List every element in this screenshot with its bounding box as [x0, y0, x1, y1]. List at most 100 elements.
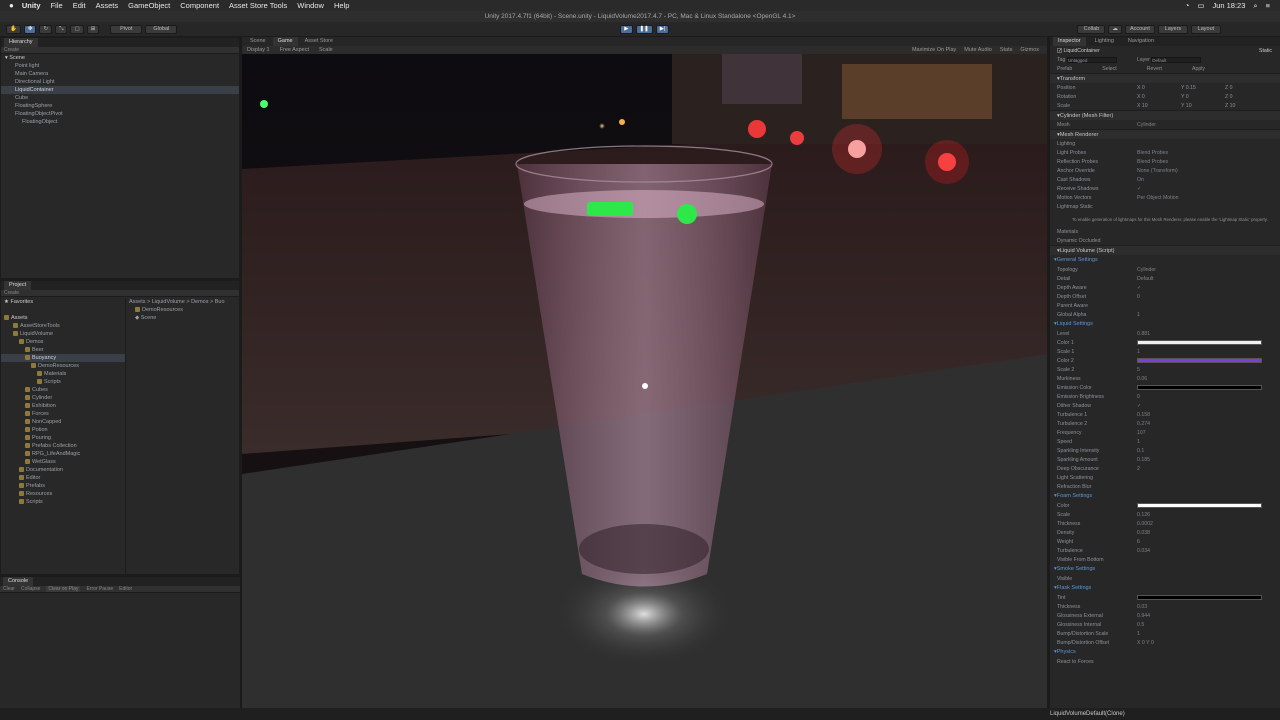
property-row[interactable]: Bump/Distortion Scale 1	[1050, 629, 1280, 638]
project-file[interactable]: ◆ Scene	[129, 314, 239, 322]
property-row[interactable]: Detail Default	[1050, 274, 1280, 283]
property-value[interactable]: 0.881	[1137, 331, 1280, 337]
project-folder[interactable]: Forces	[1, 410, 125, 418]
property-row[interactable]: Sparkling Intensity 0.1	[1050, 446, 1280, 455]
physics-section[interactable]: ▾ Physics	[1050, 647, 1280, 657]
project-file[interactable]: DemoResources	[129, 306, 239, 314]
mesh-row[interactable]: Mesh Cylinder	[1050, 120, 1280, 129]
project-folder[interactable]: Exhibition	[1, 402, 125, 410]
property-row[interactable]: Cast Shadows On	[1050, 175, 1280, 184]
property-row[interactable]: Parent Aware	[1050, 301, 1280, 310]
dynamic-occluded-row[interactable]: Dynamic Occluded	[1050, 236, 1280, 245]
x-field[interactable]: X 0	[1137, 85, 1181, 91]
console-collapse-button[interactable]: Collapse	[21, 586, 40, 592]
property-row[interactable]: Bump/Distortion Offset X 0 Y 0	[1050, 638, 1280, 647]
property-value[interactable]: 107	[1137, 430, 1280, 436]
property-row[interactable]: Receive Shadows ✓	[1050, 184, 1280, 193]
property-row[interactable]: Dither Shadow ✓	[1050, 401, 1280, 410]
menu-list-icon[interactable]: ≡	[1266, 1, 1270, 10]
project-folder[interactable]: Cubes	[1, 386, 125, 394]
property-value[interactable]: 1	[1137, 631, 1280, 637]
prefab-revert-button[interactable]: Revert	[1147, 66, 1162, 72]
project-folder[interactable]: WetGlass	[1, 458, 125, 466]
project-folder[interactable]: AssetStoreTools	[1, 322, 125, 330]
hierarchy-tab[interactable]: Hierarchy	[4, 38, 38, 47]
transform-row[interactable]: Position X 0Y 0.15 Z 0	[1050, 83, 1280, 92]
project-folder[interactable]: Editor	[1, 474, 125, 482]
z-field[interactable]: Z 0	[1225, 94, 1233, 100]
hierarchy-item[interactable]: FloatingSphere	[1, 102, 239, 110]
maximize-on-play-toggle[interactable]: Maximize On Play	[912, 47, 956, 53]
y-field[interactable]: Y 10	[1181, 103, 1225, 109]
tab-inspector[interactable]: Inspector	[1053, 37, 1086, 46]
property-row[interactable]: Frequency 107	[1050, 428, 1280, 437]
assets-item[interactable]: Assets	[1, 314, 125, 322]
property-value[interactable]: ✓	[1137, 285, 1280, 291]
property-row[interactable]: Scale 2 5	[1050, 365, 1280, 374]
project-folder[interactable]: Beer	[1, 346, 125, 354]
y-field[interactable]: Y 0	[1181, 94, 1225, 100]
property-row[interactable]: Density 0.038	[1050, 528, 1280, 537]
console-tab[interactable]: Console	[3, 577, 34, 586]
materials-row[interactable]: Materials	[1050, 227, 1280, 236]
cloud-icon[interactable]: ☁	[1108, 24, 1122, 34]
mesh-filter-component[interactable]: ▾ Cylinder (Mesh Filter)	[1050, 110, 1280, 120]
property-row[interactable]: Reflection Probes Blend Probes	[1050, 157, 1280, 166]
pause-button[interactable]: ❚❚	[635, 24, 653, 34]
hierarchy-item[interactable]: FloatingObject	[1, 118, 239, 126]
tab-asset-store[interactable]: Asset Store	[300, 37, 338, 46]
property-row[interactable]: Scale 1 1	[1050, 347, 1280, 356]
property-row[interactable]: Turbulence 1 0.158	[1050, 410, 1280, 419]
console-editor-button[interactable]: Editor	[119, 586, 132, 592]
smoke-settings-section[interactable]: ▾ Smoke Settings	[1050, 564, 1280, 574]
property-value[interactable]: 0.034	[1137, 548, 1280, 554]
color-swatch[interactable]	[1137, 340, 1262, 345]
move-tool-button[interactable]: ✥	[23, 24, 37, 34]
foam-settings-section[interactable]: ▾ Foam Settings	[1050, 491, 1280, 501]
property-row[interactable]: Turbulence 2 0.274	[1050, 419, 1280, 428]
account-button[interactable]: Account	[1124, 24, 1155, 34]
property-value[interactable]: 0.0002	[1137, 521, 1280, 527]
property-row[interactable]: Light Probes Blend Probes	[1050, 148, 1280, 157]
project-tab[interactable]: Project	[4, 281, 32, 290]
menu-window[interactable]: Window	[297, 1, 324, 10]
project-create-button[interactable]: Create	[4, 290, 19, 296]
property-value[interactable]: 5	[1137, 367, 1280, 373]
game-viewport[interactable]	[242, 54, 1047, 708]
property-row[interactable]: Murkiness 0.06	[1050, 374, 1280, 383]
property-value[interactable]: 0.158	[1137, 412, 1280, 418]
property-row[interactable]: Sparkling Amount 0.185	[1050, 455, 1280, 464]
property-row[interactable]: Color	[1050, 501, 1280, 510]
property-row[interactable]: Emission Color	[1050, 383, 1280, 392]
prefab-select-button[interactable]: Select	[1102, 66, 1116, 72]
transform-row[interactable]: Scale X 10 Y 10 Z 10	[1050, 101, 1280, 110]
project-folder[interactable]: NonCapped	[1, 418, 125, 426]
stats-toggle[interactable]: Stats	[1000, 47, 1013, 53]
property-value[interactable]: ✓	[1137, 186, 1280, 192]
project-folder[interactable]: Cylinder	[1, 394, 125, 402]
property-row[interactable]: Light Scattering	[1050, 473, 1280, 482]
property-value[interactable]: 0.06	[1137, 376, 1280, 382]
color-swatch[interactable]	[1137, 358, 1262, 363]
transform-component[interactable]: ▾ Transform	[1050, 73, 1280, 83]
project-folder[interactable]: Scripts	[1, 498, 125, 506]
property-value[interactable]: 0.274	[1137, 421, 1280, 427]
property-row[interactable]: Level 0.881	[1050, 329, 1280, 338]
property-value[interactable]: ✓	[1137, 403, 1280, 409]
property-value[interactable]: 1	[1137, 312, 1280, 318]
property-row[interactable]: Lightmap Static	[1050, 202, 1280, 211]
project-folder[interactable]: Potion	[1, 426, 125, 434]
search-icon[interactable]: ⌕	[1253, 1, 1257, 11]
color-swatch[interactable]	[1137, 503, 1262, 508]
app-menu[interactable]: Unity	[22, 1, 41, 10]
color-swatch[interactable]	[1137, 385, 1262, 390]
hierarchy-item[interactable]: FloatingObjectPivot	[1, 110, 239, 118]
hand-tool-button[interactable]: ✋	[6, 24, 21, 34]
property-value[interactable]: 0.126	[1137, 512, 1280, 518]
property-row[interactable]: Depth Aware ✓	[1050, 283, 1280, 292]
apple-icon[interactable]: ●	[9, 1, 14, 10]
property-row[interactable]: Anchor Override None (Transform)	[1050, 166, 1280, 175]
property-row[interactable]: Glossiness External 0.944	[1050, 611, 1280, 620]
flask-settings-section[interactable]: ▾ Flask Settings	[1050, 583, 1280, 593]
property-row[interactable]: Emission Brightness 0	[1050, 392, 1280, 401]
